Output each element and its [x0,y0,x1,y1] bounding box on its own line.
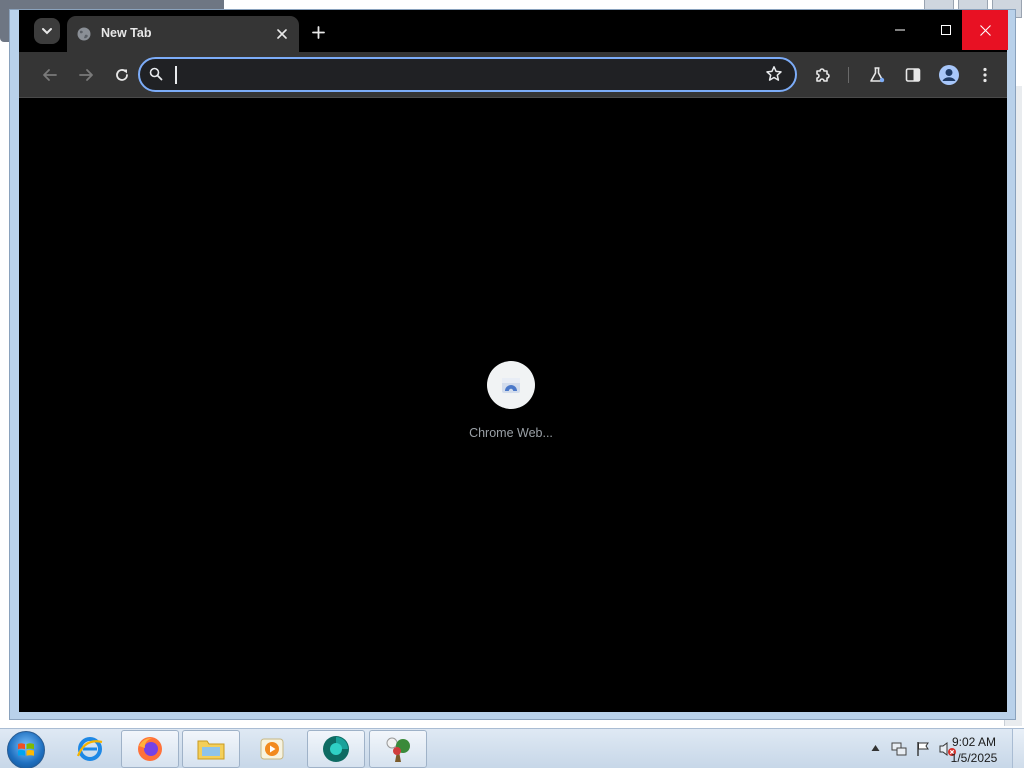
start-button[interactable] [7,731,45,768]
arrow-left-icon [43,69,57,81]
browser-toolbar [19,52,1007,98]
show-hidden-icons-icon[interactable] [871,744,880,752]
maximize-icon [941,25,951,35]
toolbar-separator [848,67,849,83]
menu-button[interactable] [973,63,997,87]
chrome-window-inner: New Tab Chrome Web... [19,10,1008,712]
profile-button[interactable] [937,63,961,87]
bookmark-star-icon[interactable] [765,65,783,83]
chrome-app-icon [323,736,349,762]
taskbar-chrome-app[interactable] [307,730,365,768]
window-close-button[interactable] [962,10,1008,50]
show-desktop-button[interactable] [1012,729,1024,768]
firefox-icon [138,737,162,761]
side-panel-button[interactable] [901,63,925,87]
network-icon[interactable] [891,741,907,757]
reload-button[interactable] [110,63,134,87]
address-input[interactable] [177,63,747,87]
taskbar-game[interactable] [369,730,427,768]
taskbar-file-explorer[interactable] [182,730,240,768]
clock-time: 9:02 AM [951,735,997,749]
internet-explorer-icon [76,737,103,761]
forward-button[interactable] [74,63,98,87]
tab-search-button[interactable] [34,18,60,44]
taskbar: 9:02 AM 1/5/2025 [0,728,1024,768]
arrow-right-icon [79,69,93,81]
minimize-button[interactable] [877,10,923,50]
shortcut-label: Chrome Web... [469,426,553,440]
shortcut-tile[interactable]: Chrome Web... [459,361,563,451]
tab-strip: New Tab [19,10,1008,52]
reload-icon [116,69,128,81]
taskbar-internet-explorer[interactable] [61,730,119,768]
shortcut-icon-circle [487,361,535,409]
side-panel-icon [905,68,921,82]
taskbar-firefox[interactable] [121,730,179,768]
chrome-web-store-icon [502,378,520,394]
media-player-icon [260,738,284,760]
tab-title: New Tab [101,26,152,40]
back-button[interactable] [38,63,62,87]
taskbar-media-player[interactable] [243,730,301,768]
tab-close-button[interactable] [273,25,291,43]
extensions-button[interactable] [811,63,835,87]
clock[interactable]: 9:02 AM 1/5/2025 [944,734,1004,766]
tab-new-tab[interactable]: New Tab [67,16,299,52]
globe-icon [77,27,91,41]
game-icon [386,737,410,762]
more-vert-icon [983,67,987,83]
new-tab-button[interactable] [308,22,328,42]
flask-icon [870,67,885,83]
file-explorer-icon [197,740,225,760]
search-icon [149,67,163,81]
windows-logo-icon [18,743,34,756]
plus-icon [311,25,325,39]
action-center-flag-icon[interactable] [915,741,931,757]
avatar-icon [939,65,959,85]
labs-button[interactable] [865,63,889,87]
clock-date: 1/5/2025 [950,751,998,765]
close-icon [277,29,287,39]
minimize-icon [895,29,905,31]
chevron-down-icon [42,28,52,35]
address-bar[interactable] [138,57,797,92]
new-tab-page: Chrome Web... [19,99,1007,712]
close-icon [979,24,991,36]
chrome-window: New Tab Chrome Web... [9,9,1016,720]
puzzle-icon [816,68,830,82]
